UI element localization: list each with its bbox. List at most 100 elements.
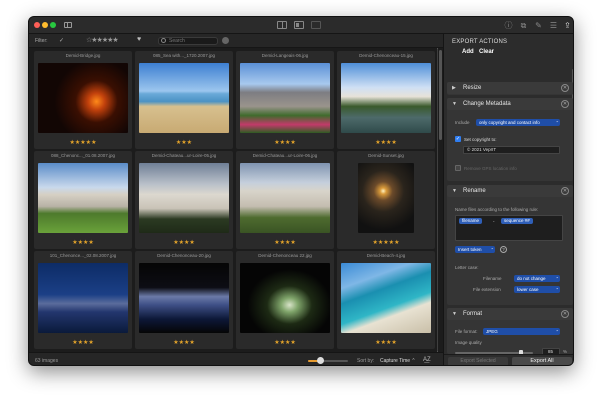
minimize-window-button[interactable] (42, 22, 48, 28)
format-header[interactable]: ▼ Format ✕ (447, 308, 573, 320)
remove-section-icon[interactable]: ✕ (561, 84, 569, 92)
export-actions-panel: EXPORT ACTIONS Add Clear ▶ Resize ✕ ▼ Ch… (443, 34, 573, 365)
remove-section-icon[interactable]: ✕ (561, 310, 569, 318)
sort-select[interactable]: Capture Time ⌃ (380, 358, 416, 364)
remove-section-icon[interactable]: ✕ (561, 187, 569, 195)
thumbnail-cell[interactable]: 101_Chenonce..._02.08.2007.jpg ★★★★ (34, 251, 132, 349)
thumbnail-cell[interactable]: Demid-Chenonceau-20.jpg ★★★★ (135, 251, 233, 349)
section-title: Rename (463, 188, 486, 194)
status-bar: 63 images Sort by: Capture Time ⌃ A͟Z (29, 352, 443, 365)
rating-stars[interactable]: ★★★★ (236, 339, 334, 346)
tools-icon[interactable]: ✎ (534, 21, 543, 30)
rating-stars[interactable]: ★★★★ (236, 239, 334, 246)
photo-thumbnail (240, 263, 330, 333)
filename-case-label: Filename (483, 276, 502, 281)
thumbnail-cell[interactable]: Demid-Bridge.jpg ★★★★★ (34, 51, 132, 149)
sequence-token[interactable]: sequence ## (501, 218, 533, 224)
sort-direction-icon[interactable]: A͟Z (423, 357, 431, 363)
thumbnail-cell[interactable]: Demid-Chateau...ur-Loire-06.jpg ★★★★ (236, 151, 334, 249)
photo-thumbnail (240, 63, 330, 133)
remove-gps-checkbox[interactable] (455, 165, 461, 171)
thumbnail-filename: Demid-Chenonceau-15.jpg (359, 53, 413, 58)
titlebar: ⓘ ⧉ ✎ ☰ ⇪ (29, 17, 573, 352)
adjust-icon[interactable]: ⧉ (519, 21, 528, 30)
filter-options-icon[interactable] (222, 37, 229, 44)
filename-token[interactable]: filename (459, 218, 483, 224)
close-window-button[interactable] (34, 22, 40, 28)
thumbnail-cell[interactable]: Demid-Chateau...ur-Loire-05.jpg ★★★★ (135, 151, 233, 249)
thumbnail-cell[interactable]: Demid-Beach-4.jpg ★★★★ (337, 251, 435, 349)
thumbnail-filename: 085_Sea with..._1720.2007.jpg (152, 53, 216, 58)
sidebar-toggle-icon[interactable] (64, 22, 72, 28)
favorite-filter-icon[interactable]: ♥ (137, 36, 141, 43)
extension-case-select[interactable]: lower case (514, 286, 560, 293)
split-view-icon[interactable] (277, 21, 287, 29)
thumbnail-filename: 088_Chenonc..._01.08.2007.jpg (50, 153, 116, 158)
rating-stars[interactable]: ★★★ (135, 139, 233, 146)
photo-thumbnail (38, 163, 128, 233)
slider-knob[interactable] (317, 357, 324, 364)
chevron-right-icon[interactable]: ▶ (452, 85, 456, 91)
rating-stars[interactable]: ★★★★ (337, 339, 435, 346)
rating-stars[interactable]: ★★★★★ (34, 139, 132, 146)
image-quality-label: Image quality (455, 340, 482, 345)
photo-thumbnail (240, 163, 330, 233)
token-separator: - (493, 219, 495, 224)
chevron-down-icon[interactable]: ▼ (452, 101, 457, 107)
chevron-down-icon[interactable]: ▼ (452, 188, 457, 194)
resize-header[interactable]: ▶ Resize ✕ (447, 82, 573, 94)
filename-case-select[interactable]: do not change (514, 275, 560, 282)
app-window: ⓘ ⧉ ✎ ☰ ⇪ Filter: ✓ ☆★★★★★ ♥ Search Demi… (28, 16, 574, 366)
rating-stars[interactable]: ★★★★ (34, 339, 132, 346)
thumbnail-cell[interactable]: Demid-Langeais-06.jpg ★★★★ (236, 51, 334, 149)
include-label: Include (455, 120, 470, 125)
rating-stars[interactable]: ★★★★ (236, 139, 334, 146)
format-section: ▼ Format ✕ File format: JPEG Image quali… (447, 308, 573, 356)
thumbnail-filename: Demid-Chenonceau-20.jpg (157, 253, 211, 258)
remove-section-icon[interactable]: ✕ (561, 100, 569, 108)
change-metadata-header[interactable]: ▼ Change Metadata ✕ (447, 98, 573, 110)
rating-stars[interactable]: ★★★★ (135, 339, 233, 346)
rating-stars[interactable]: ★★★★ (337, 139, 435, 146)
help-button[interactable]: ? (500, 246, 507, 253)
compare-view-icon[interactable] (294, 21, 304, 29)
thumbnail-cell[interactable]: Demid-Chenonceau 22.jpg ★★★★ (236, 251, 334, 349)
rename-header[interactable]: ▼ Rename ✕ (447, 185, 573, 197)
clear-button[interactable]: Clear (479, 49, 494, 55)
resize-section: ▶ Resize ✕ (447, 82, 573, 95)
thumbnail-grid: Demid-Bridge.jpg ★★★★★ 085_Sea with..._1… (29, 48, 437, 352)
add-button[interactable]: Add (462, 49, 474, 55)
rating-filter[interactable]: ☆★★★★★ (86, 36, 119, 44)
copyright-field[interactable]: © 2021 VeprIT (463, 146, 560, 154)
flag-filter-icon[interactable]: ✓ (59, 37, 64, 44)
thumbnail-cell[interactable]: 088_Chenonc..._01.08.2007.jpg ★★★★ (34, 151, 132, 249)
list-icon[interactable]: ☰ (549, 21, 558, 30)
info-icon[interactable]: ⓘ (504, 21, 513, 30)
survey-view-icon[interactable] (311, 21, 321, 29)
set-copyright-checkbox[interactable]: ✓ (455, 136, 461, 142)
chevron-down-icon[interactable]: ▼ (452, 311, 457, 317)
photo-thumbnail (38, 63, 128, 133)
search-input[interactable]: Search (158, 37, 218, 45)
thumbnail-cell[interactable]: 085_Sea with..._1720.2007.jpg ★★★ (135, 51, 233, 149)
rating-stars[interactable]: ★★★★ (135, 239, 233, 246)
filter-label: Filter: (35, 38, 48, 44)
file-format-label: File format: (455, 329, 478, 334)
thumbnail-filename: Demid-Chateau...ur-Loire-06.jpg (252, 153, 318, 158)
insert-token-select[interactable]: Insert token (455, 246, 495, 253)
export-selected-button[interactable]: Export Selected (448, 357, 508, 365)
include-select[interactable]: only copyright and contact info (476, 119, 560, 126)
export-all-button[interactable]: Export All (512, 357, 572, 365)
share-icon[interactable]: ⇪ (563, 21, 572, 30)
thumbnail-filename: 101_Chenonce..._02.08.2007.jpg (49, 253, 117, 258)
scrollbar-thumb[interactable] (439, 50, 442, 140)
extension-case-label: File extension (473, 287, 501, 292)
rating-stars[interactable]: ★★★★★ (337, 239, 435, 246)
thumbnail-size-slider[interactable] (308, 360, 348, 362)
thumbnail-cell[interactable]: Demid-Chenonceau-15.jpg ★★★★ (337, 51, 435, 149)
thumbnail-cell[interactable]: Demid-Sunset.jpg ★★★★★ (337, 151, 435, 249)
rating-stars[interactable]: ★★★★ (34, 239, 132, 246)
thumbnail-filename: Demid-Beach-4.jpg (366, 253, 406, 258)
zoom-window-button[interactable] (50, 22, 56, 28)
file-format-select[interactable]: JPEG (483, 328, 560, 335)
